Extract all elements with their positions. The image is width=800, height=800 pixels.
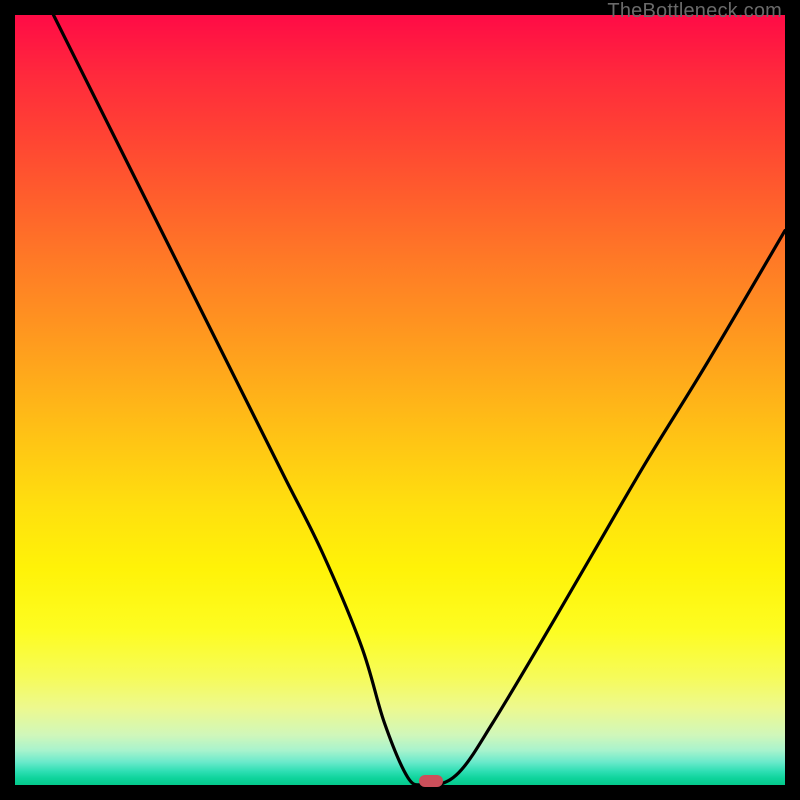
optimum-marker: [419, 775, 443, 787]
chart-frame: TheBottleneck.com: [0, 0, 800, 800]
plot-area: [15, 15, 785, 785]
bottleneck-curve: [15, 15, 785, 785]
watermark-text: TheBottleneck.com: [607, 0, 782, 23]
